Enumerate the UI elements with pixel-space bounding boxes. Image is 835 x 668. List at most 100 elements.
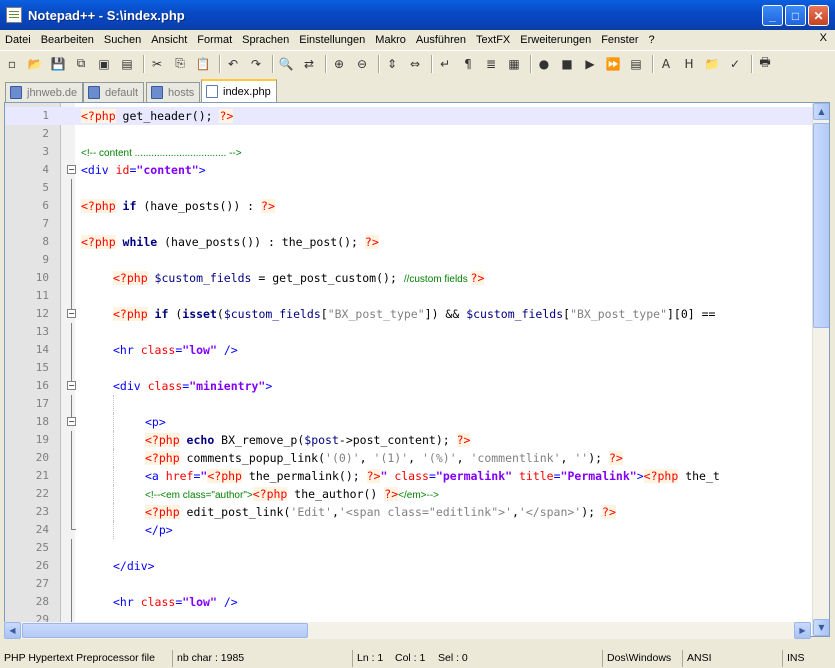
code-line[interactable]: 15 [5, 359, 825, 377]
menu-help[interactable]: ? [643, 34, 659, 46]
code-line[interactable]: 18 − <p> [5, 413, 825, 431]
code-line[interactable]: 10 <?php $custom_fields = get_post_custom… [5, 269, 825, 287]
menu-makro[interactable]: Makro [370, 34, 411, 46]
spellcheck-icon[interactable]: ✓ [725, 54, 745, 74]
code-line[interactable]: 20 <?php comments_popup_link('(0)', '(1)'… [5, 449, 825, 467]
record-macro-icon[interactable]: ● [534, 54, 554, 74]
replace-icon[interactable]: ⇄ [299, 54, 319, 74]
code-line[interactable]: 16 − <div class="minientry"> [5, 377, 825, 395]
redo-icon[interactable]: ↷ [246, 54, 266, 74]
play-macro-icon[interactable]: ▶ [580, 54, 600, 74]
token-tag: <a [145, 469, 166, 483]
code-line[interactable]: 2 [5, 125, 825, 143]
sync-vertical-icon[interactable]: ⇕ [382, 54, 402, 74]
editor-pane[interactable]: 1 <?php get_header(); ?> 2 3 <!-- content ..… [4, 102, 830, 637]
menu-bearbeiten[interactable]: Bearbeiten [36, 34, 99, 46]
code-line[interactable]: 9 [5, 251, 825, 269]
print-icon[interactable]: 🖶 [755, 54, 775, 74]
word-wrap-icon[interactable]: ↵ [435, 54, 455, 74]
maximize-button[interactable]: □ [785, 5, 806, 26]
code-line[interactable]: 23 <?php edit_post_link('Edit','<span cla… [5, 503, 825, 521]
notepad-app-icon[interactable] [6, 7, 22, 23]
horizontal-scroll-thumb[interactable] [22, 623, 308, 638]
close-all-icon[interactable]: ▤ [117, 54, 137, 74]
copy-icon[interactable]: ⎘ [170, 54, 190, 74]
menu-sprachen[interactable]: Sprachen [237, 34, 294, 46]
run-macro-multiple-icon[interactable]: ⏩ [603, 54, 623, 74]
open-file-icon[interactable]: 📂 [25, 54, 45, 74]
save-macro-icon[interactable]: ▤ [626, 54, 646, 74]
code-line[interactable]: 17 [5, 395, 825, 413]
code-line[interactable]: 26 </div> [5, 557, 825, 575]
menu-fenster[interactable]: Fenster [596, 34, 643, 46]
menu-einstellungen[interactable]: Einstellungen [294, 34, 370, 46]
code-line[interactable]: 25 [5, 539, 825, 557]
find-icon[interactable]: 🔍 [276, 54, 296, 74]
code-line[interactable]: 11 [5, 287, 825, 305]
code-line[interactable]: 12− <?php if (isset($custom_fields["BX_po… [5, 305, 825, 323]
menu-ansicht[interactable]: Ansicht [146, 34, 192, 46]
code-line[interactable]: 22 <!--<em class="author"><?php the_autho… [5, 485, 825, 503]
code-line[interactable]: 28 <hr class="low" /> [5, 593, 825, 611]
code-line[interactable]: 3 <!-- content ..........................… [5, 143, 825, 161]
horizontal-scrollbar[interactable]: ◀ ▶ [4, 622, 811, 639]
code-lines[interactable]: 1 <?php get_header(); ?> 2 3 <!-- content ..… [5, 107, 825, 629]
sync-horizontal-icon[interactable]: ⇔ [405, 54, 425, 74]
zoom-in-icon[interactable]: ⊕ [329, 54, 349, 74]
menu-suchen[interactable]: Suchen [99, 34, 146, 46]
save-icon[interactable]: 💾 [48, 54, 68, 74]
code-line[interactable]: 24 </p> [5, 521, 825, 539]
minimize-button[interactable]: _ [762, 5, 783, 26]
cut-icon[interactable]: ✂ [147, 54, 167, 74]
code-line[interactable]: 21 <a href="<?php the_permalink(); ?>" cl… [5, 467, 825, 485]
undo-icon[interactable]: ↶ [223, 54, 243, 74]
token-tag: </div> [113, 559, 155, 573]
tool-h-icon[interactable]: H [679, 54, 699, 74]
fold-toggle-icon[interactable]: − [67, 165, 76, 174]
show-all-chars-icon[interactable]: ¶ [458, 54, 478, 74]
fold-toggle-icon[interactable]: − [67, 381, 76, 390]
menu-format[interactable]: Format [192, 34, 237, 46]
code-line[interactable]: 19 <?php echo BX_remove_p($post->post_con… [5, 431, 825, 449]
code-line[interactable]: 6 <?php if (have_posts()) : ?> [5, 197, 825, 215]
token-str: 'commentlink' [470, 451, 561, 465]
tab-default[interactable]: default [83, 82, 145, 102]
scroll-up-button[interactable]: ▲ [813, 103, 829, 120]
close-button[interactable]: ✕ [808, 5, 829, 26]
scroll-left-button[interactable]: ◀ [4, 622, 21, 639]
code-line[interactable]: 14 <hr class="low" /> [5, 341, 825, 359]
code-line[interactable]: 4 − <div id="content"> [5, 161, 825, 179]
vertical-scroll-thumb[interactable] [813, 123, 829, 328]
tool-a-icon[interactable]: A [656, 54, 676, 74]
zoom-out-icon[interactable]: ⊖ [352, 54, 372, 74]
user-lang-icon[interactable]: ▦ [504, 54, 524, 74]
code-line[interactable]: 1 <?php get_header(); ?> [5, 107, 825, 125]
indent-guide-icon[interactable]: ≣ [481, 54, 501, 74]
vertical-scrollbar[interactable]: ▲ ▼ [812, 103, 829, 636]
close-file-icon[interactable]: ▣ [94, 54, 114, 74]
save-all-icon[interactable]: ⧉ [71, 54, 91, 74]
scroll-down-button[interactable]: ▼ [813, 619, 829, 636]
tab-hosts[interactable]: hosts [146, 82, 201, 102]
stop-macro-icon[interactable]: ■ [557, 54, 577, 74]
folder-icon[interactable]: 📁 [702, 54, 722, 74]
new-file-icon[interactable]: ▫ [2, 54, 22, 74]
scroll-right-button[interactable]: ▶ [794, 622, 811, 639]
tab-index-php[interactable]: index.php [201, 79, 277, 102]
fold-toggle-icon[interactable]: − [67, 309, 76, 318]
menu-textfx[interactable]: TextFX [471, 34, 515, 46]
code-text: <?php edit_post_link('Edit','<span class… [145, 503, 616, 521]
code-line[interactable]: 27 [5, 575, 825, 593]
tab-jhnweb-de[interactable]: jhnweb.de [5, 82, 84, 102]
menu-ausf-hren[interactable]: Ausführen [411, 34, 471, 46]
paste-icon[interactable]: 📋 [193, 54, 213, 74]
title-bar[interactable]: Notepad++ - S:\index.php _ □ ✕ [0, 0, 835, 30]
menu-erweiterungen[interactable]: Erweiterungen [515, 34, 596, 46]
code-line[interactable]: 5 [5, 179, 825, 197]
menu-datei[interactable]: Datei [0, 34, 36, 46]
close-document-button[interactable]: X [820, 32, 827, 44]
code-line[interactable]: 7 [5, 215, 825, 233]
code-line[interactable]: 8 <?php while (have_posts()) : the_post()… [5, 233, 825, 251]
code-line[interactable]: 13 [5, 323, 825, 341]
fold-toggle-icon[interactable]: − [67, 417, 76, 426]
